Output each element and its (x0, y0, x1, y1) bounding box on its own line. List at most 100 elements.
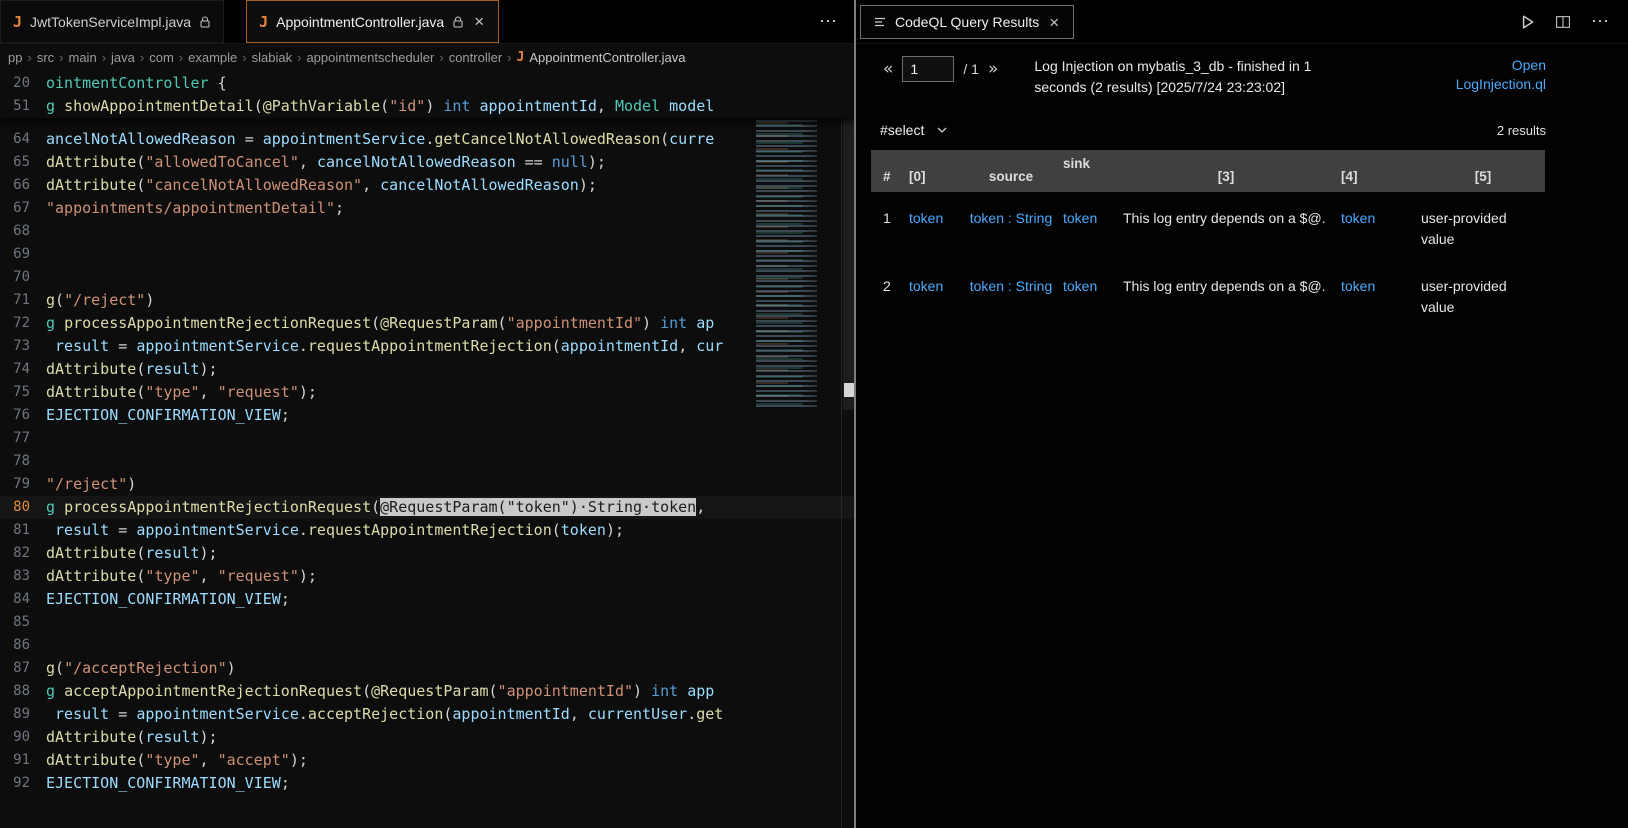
result-link[interactable]: token (1055, 208, 1117, 229)
line-number[interactable]: 92 (0, 772, 46, 795)
code-line-75[interactable]: 75 dAttribute("type", "request"); (0, 381, 854, 404)
breadcrumb-item[interactable]: pp (8, 50, 22, 65)
breadcrumb-item[interactable]: com (149, 50, 174, 65)
line-number[interactable]: 87 (0, 657, 46, 680)
tab-appointmentcontroller[interactable]: J AppointmentController.java × (246, 0, 500, 43)
result-link[interactable]: token (903, 208, 967, 229)
code-line-76[interactable]: 76 EJECTION_CONFIRMATION_VIEW; (0, 404, 854, 427)
more-actions-icon[interactable]: ⋯ (819, 11, 838, 32)
line-number[interactable]: 84 (0, 588, 46, 611)
code-line-69[interactable]: 69 (0, 243, 854, 266)
line-number[interactable]: 20 (0, 72, 46, 95)
line-number[interactable]: 68 (0, 220, 46, 243)
code-line-68[interactable]: 68 (0, 220, 854, 243)
result-link[interactable]: token (903, 276, 967, 297)
code-line-20[interactable]: 20 ointmentController { (0, 72, 854, 95)
line-number[interactable]: 75 (0, 381, 46, 404)
line-number[interactable]: 85 (0, 611, 46, 634)
code-line-84[interactable]: 84 EJECTION_CONFIRMATION_VIEW; (0, 588, 854, 611)
line-number[interactable]: 51 (0, 95, 46, 118)
line-number[interactable]: 83 (0, 565, 46, 588)
code-line-81[interactable]: 81 result = appointmentService.requestAp… (0, 519, 854, 542)
code-line-87[interactable]: 87 g("/acceptRejection") (0, 657, 854, 680)
more-actions-icon[interactable]: ⋯ (1591, 11, 1610, 32)
close-tab-icon[interactable]: × (472, 13, 486, 30)
code-line-70[interactable]: 70 (0, 266, 854, 289)
result-link[interactable]: token (1335, 276, 1415, 297)
line-number[interactable]: 77 (0, 427, 46, 450)
code-line-79[interactable]: 79 "/reject") (0, 473, 854, 496)
code-line-74[interactable]: 74 dAttribute(result); (0, 358, 854, 381)
select-dropdown[interactable]: #select (880, 122, 948, 138)
code-line-86[interactable]: 86 (0, 634, 854, 657)
close-tab-icon[interactable]: × (1047, 14, 1061, 31)
breadcrumb-item[interactable]: java (111, 50, 135, 65)
code-line-85[interactable]: 85 (0, 611, 854, 634)
breadcrumb-item[interactable]: appointmentscheduler (306, 50, 434, 65)
line-number[interactable]: 88 (0, 680, 46, 703)
line-number[interactable]: 66 (0, 174, 46, 197)
run-query-icon[interactable] (1519, 14, 1535, 30)
line-number[interactable]: 78 (0, 450, 46, 473)
code-line-67[interactable]: 67 "appointments/appointmentDetail"; (0, 197, 854, 220)
lock-icon (199, 16, 211, 28)
code-line-66[interactable]: 66 dAttribute("cancelNotAllowedReason", c… (0, 174, 854, 197)
line-number[interactable]: 76 (0, 404, 46, 427)
minimap[interactable] (756, 70, 841, 408)
line-number[interactable]: 71 (0, 289, 46, 312)
breadcrumb-item[interactable]: main (69, 50, 97, 65)
scrollbar-thumb[interactable] (843, 70, 854, 410)
editor-scrollbar[interactable] (841, 70, 854, 828)
line-number[interactable]: 74 (0, 358, 46, 381)
line-number[interactable]: 69 (0, 243, 46, 266)
prev-page-icon[interactable]: « (883, 59, 893, 79)
breadcrumb-item[interactable]: example (188, 50, 237, 65)
breadcrumb-item[interactable]: controller (449, 50, 502, 65)
line-number[interactable]: 82 (0, 542, 46, 565)
line-number[interactable]: 90 (0, 726, 46, 749)
result-link[interactable]: token : String (967, 208, 1055, 229)
code-line-89[interactable]: 89 result = appointmentService.acceptRej… (0, 703, 854, 726)
code-line-73[interactable]: 73 result = appointmentService.requestAp… (0, 335, 854, 358)
line-number[interactable]: 91 (0, 749, 46, 772)
code-line-78[interactable]: 78 (0, 450, 854, 473)
breadcrumb-item[interactable]: src (37, 50, 54, 65)
line-number[interactable]: 80 (0, 496, 46, 519)
code-line-65[interactable]: 65 dAttribute("allowedToCancel", cancelNo… (0, 151, 854, 174)
code-line-71[interactable]: 71 g("/reject") (0, 289, 854, 312)
tab-codeql-query-results[interactable]: CodeQL Query Results × (860, 5, 1075, 39)
next-page-icon[interactable]: » (988, 59, 998, 79)
result-link[interactable]: token (1055, 276, 1117, 297)
page-number-input[interactable] (902, 56, 955, 82)
result-link[interactable]: token (1335, 208, 1415, 229)
code-line-88[interactable]: 88 g acceptAppointmentRejectionRequest(@R… (0, 680, 854, 703)
code-line-91[interactable]: 91 dAttribute("type", "accept"); (0, 749, 854, 772)
line-number[interactable]: 67 (0, 197, 46, 220)
code-line-64[interactable]: 64 ancelNotAllowedReason = appointmentSer… (0, 128, 854, 151)
line-number[interactable]: 81 (0, 519, 46, 542)
code-line-92[interactable]: 92 EJECTION_CONFIRMATION_VIEW; (0, 772, 854, 795)
line-number[interactable]: 65 (0, 151, 46, 174)
code-line-90[interactable]: 90 dAttribute(result); (0, 726, 854, 749)
breadcrumb-file[interactable]: J AppointmentController.java (517, 50, 686, 65)
code-line-80[interactable]: 80 g processAppointmentRejectionRequest(@… (0, 496, 854, 519)
line-number[interactable]: 89 (0, 703, 46, 726)
results-table: # [0] source sink [3] [4] [5] 1 token token : St… (871, 150, 1545, 328)
tab-jwttokenserviceimpl[interactable]: J JwtTokenServiceImpl.java (0, 0, 225, 43)
split-editor-icon[interactable] (1555, 14, 1571, 30)
result-link[interactable]: token : String (967, 276, 1055, 297)
line-number[interactable]: 73 (0, 335, 46, 358)
open-query-file-link[interactable]: Open LogInjection.ql (1434, 56, 1546, 94)
code-line-51[interactable]: 51 g showAppointmentDetail(@PathVariable(… (0, 95, 854, 118)
code-line-77[interactable]: 77 (0, 427, 854, 450)
line-number[interactable]: 79 (0, 473, 46, 496)
code-line-82[interactable]: 82 dAttribute(result); (0, 542, 854, 565)
line-number[interactable]: 64 (0, 128, 46, 151)
line-number[interactable]: 86 (0, 634, 46, 657)
breadcrumb-item[interactable]: slabiak (252, 50, 292, 65)
code-line-83[interactable]: 83 dAttribute("type", "request"); (0, 565, 854, 588)
line-number[interactable]: 72 (0, 312, 46, 335)
code-line-72[interactable]: 72 g processAppointmentRejectionRequest(@… (0, 312, 854, 335)
line-number[interactable]: 70 (0, 266, 46, 289)
